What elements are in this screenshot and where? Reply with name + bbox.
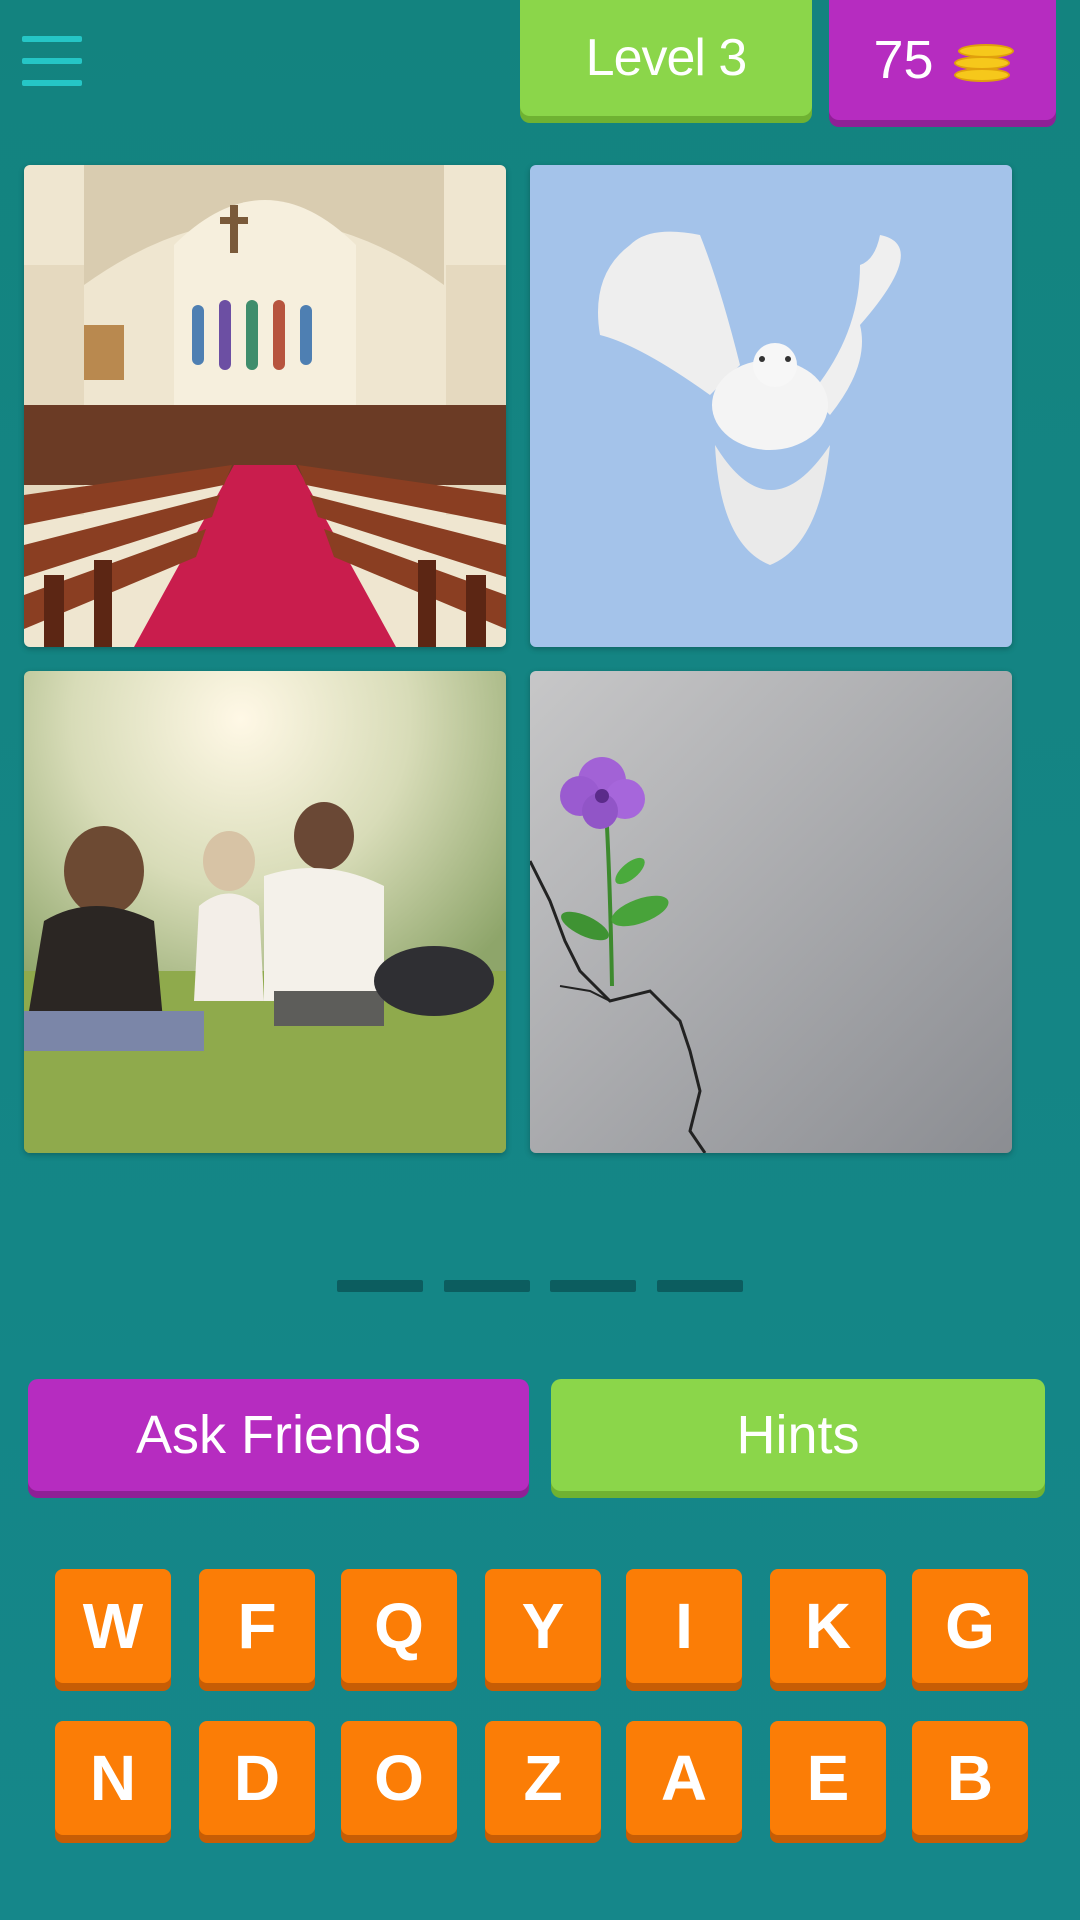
coins-value: 75: [873, 30, 934, 90]
coins-counter[interactable]: 75: [829, 0, 1056, 120]
answer-slot[interactable]: [337, 1280, 423, 1292]
letter-key[interactable]: K: [770, 1569, 886, 1683]
letter-key[interactable]: B: [912, 1721, 1028, 1835]
ask-friends-label: Ask Friends: [135, 1405, 422, 1465]
church-interior-image[interactable]: [24, 165, 506, 647]
answer-slot[interactable]: [550, 1280, 636, 1292]
answer-slot[interactable]: [657, 1280, 743, 1292]
letter-key[interactable]: F: [199, 1569, 315, 1683]
letter-key[interactable]: O: [341, 1721, 457, 1835]
letter-key[interactable]: G: [912, 1569, 1028, 1683]
menu-icon[interactable]: [22, 36, 82, 88]
letter-key[interactable]: N: [55, 1721, 171, 1835]
letter-key[interactable]: I: [626, 1569, 742, 1683]
letter-key[interactable]: W: [55, 1569, 171, 1683]
people-sitting-in-park-image[interactable]: [24, 671, 506, 1153]
letter-key[interactable]: Z: [485, 1721, 601, 1835]
level-label: Level 3: [585, 29, 748, 87]
letter-key[interactable]: Q: [341, 1569, 457, 1683]
answer-slot[interactable]: [444, 1280, 530, 1292]
ask-friends-button[interactable]: Ask Friends: [28, 1379, 529, 1491]
letter-key[interactable]: Y: [485, 1569, 601, 1683]
letter-key[interactable]: E: [770, 1721, 886, 1835]
answer-slots: [337, 1280, 744, 1292]
coins-icon: [953, 36, 1014, 84]
white-dove-image[interactable]: [530, 165, 1012, 647]
letter-key[interactable]: A: [626, 1721, 742, 1835]
level-indicator: Level 3: [520, 0, 812, 116]
letter-key[interactable]: D: [199, 1721, 315, 1835]
flower-growing-in-crack-image[interactable]: [530, 671, 1012, 1153]
hints-label: Hints: [736, 1405, 860, 1465]
hints-button[interactable]: Hints: [551, 1379, 1045, 1491]
